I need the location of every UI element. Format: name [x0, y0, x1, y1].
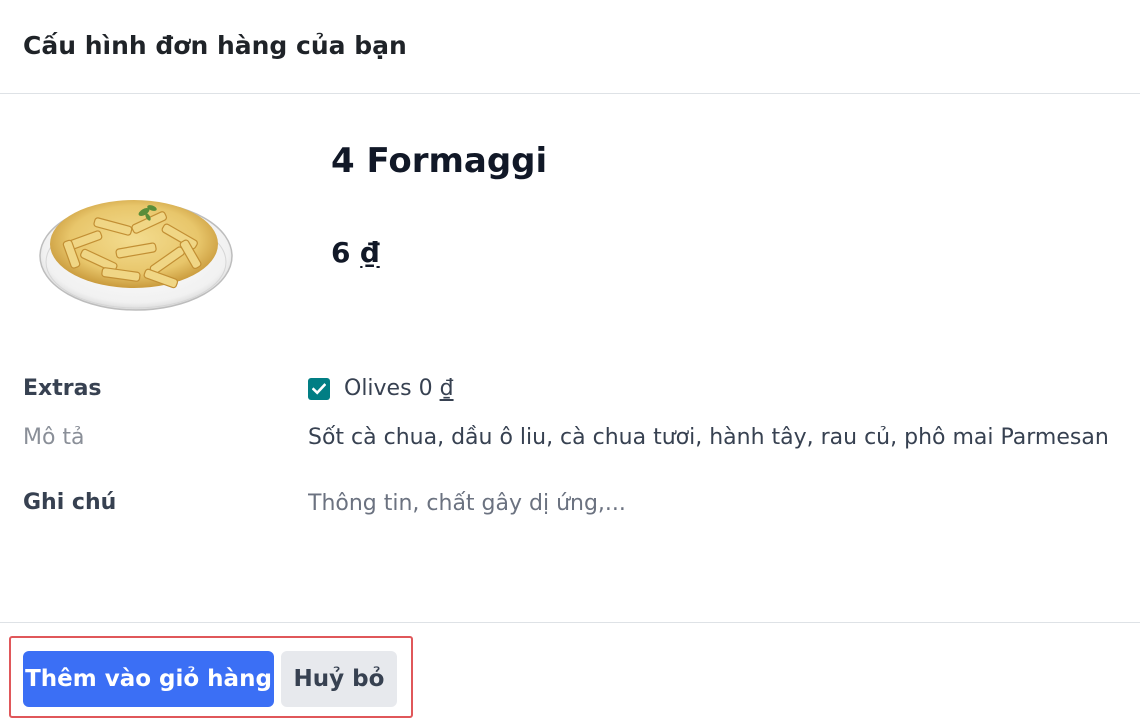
cancel-button[interactable]: Huỷ bỏ — [281, 651, 397, 707]
currency-symbol: ₫ — [360, 236, 380, 269]
description-text: Sốt cà chua, dầu ô liu, cà chua tươi, hà… — [308, 425, 1109, 450]
note-label: Ghi chú — [23, 490, 117, 515]
extra-option-price: 0 — [418, 376, 433, 401]
dialog-header: Cấu hình đơn hàng của bạn — [0, 0, 1140, 94]
pasta-plate-image — [39, 200, 233, 311]
dialog-title: Cấu hình đơn hàng của bạn — [23, 31, 407, 60]
product-configurator-dialog: Cấu hình đơn hàng của bạn 4 Formaggi 6 ₫… — [0, 0, 1140, 727]
note-input[interactable] — [308, 485, 1088, 521]
product-price-amount: 6 — [331, 236, 351, 269]
product-price: 6 ₫ — [331, 235, 380, 271]
product-name: 4 Formaggi — [331, 141, 548, 181]
extra-option-name: Olives — [344, 376, 412, 401]
extras-label: Extras — [23, 376, 102, 401]
extra-option-currency: ₫ — [439, 376, 454, 401]
extra-option-olives[interactable]: Olives 0 ₫ — [308, 375, 454, 403]
add-to-cart-button[interactable]: Thêm vào giỏ hàng — [23, 651, 274, 707]
checkbox-checked-icon[interactable] — [308, 378, 330, 400]
extra-option-label: Olives 0 ₫ — [344, 375, 454, 403]
description-label: Mô tả — [23, 425, 85, 450]
